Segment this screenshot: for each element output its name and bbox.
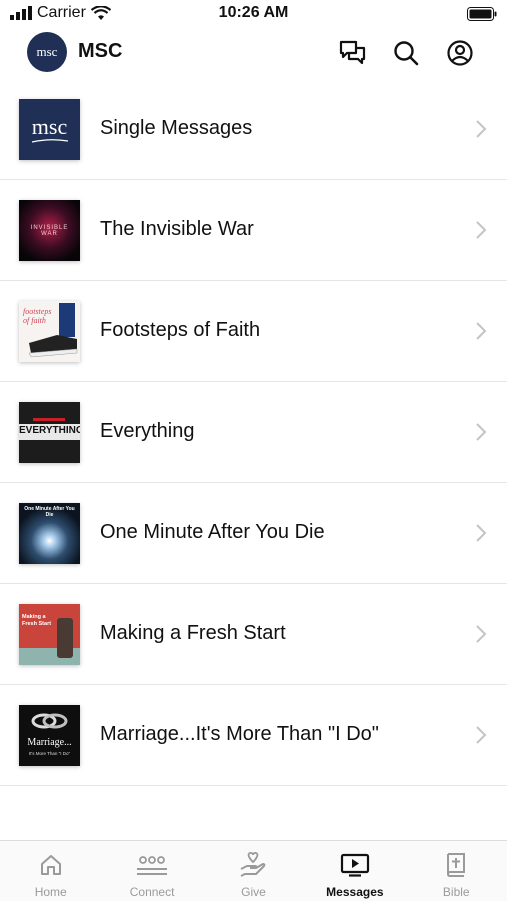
series-thumbnail: One Minute After You Die <box>19 503 80 564</box>
series-title: One Minute After You Die <box>100 521 325 543</box>
list-item-everything[interactable]: EVERYTHING Everything <box>0 382 507 483</box>
tab-label: Home <box>34 885 67 899</box>
series-title: The Invisible War <box>100 218 254 240</box>
series-title: Marriage...It's More Than "I Do" <box>100 723 379 745</box>
chevron-right-icon <box>476 423 487 441</box>
tab-give[interactable]: Give <box>203 841 304 901</box>
list-item-footsteps-of-faith[interactable]: footsteps of faith Footsteps of Faith <box>0 281 507 382</box>
app-header: msc MSC <box>0 28 507 78</box>
app-title: MSC <box>78 40 123 62</box>
tab-bible[interactable]: Bible <box>406 841 507 901</box>
tab-home[interactable]: Home <box>0 841 101 901</box>
chat-button[interactable] <box>338 38 368 68</box>
home-icon <box>40 855 61 875</box>
thumb-text: Making a Fresh Start <box>22 614 52 627</box>
thumb-text: One Minute After You Die <box>24 506 75 518</box>
tab-label: Give <box>241 885 266 899</box>
thumb-text: msc <box>31 113 68 139</box>
list-item-invisible-war[interactable]: INVISIBLE WAR The Invisible War <box>0 180 507 281</box>
thumb-feet <box>57 618 73 658</box>
sneaker-image <box>28 303 78 358</box>
chevron-right-icon <box>476 120 487 138</box>
chevron-right-icon <box>476 322 487 340</box>
tab-messages[interactable]: Messages <box>304 841 405 901</box>
church-logo[interactable]: msc <box>27 32 67 72</box>
thumb-text: EVERYTHING <box>19 425 80 436</box>
series-title: Footsteps of Faith <box>100 319 261 341</box>
bible-icon <box>447 853 466 877</box>
give-icon <box>241 852 266 877</box>
status-time: 10:26 AM <box>218 4 289 21</box>
chevron-right-icon <box>476 524 487 542</box>
messages-icon <box>340 853 369 877</box>
series-title: Single Messages <box>100 117 253 139</box>
list-item-single-messages[interactable]: msc Single Messages <box>0 79 507 180</box>
series-thumbnail: INVISIBLE WAR <box>19 200 80 261</box>
connect-icon <box>137 856 168 875</box>
list-item-marriage[interactable]: Marriage... It's More Than "I Do" Marria… <box>0 685 507 786</box>
tab-label: Messages <box>326 885 384 899</box>
list-item-one-minute-after-you-die[interactable]: One Minute After You Die One Minute Afte… <box>0 483 507 584</box>
chevron-right-icon <box>476 726 487 744</box>
series-title: Making a Fresh Start <box>100 622 286 644</box>
thumb-red-bar <box>33 418 65 421</box>
series-thumbnail: msc <box>19 99 80 160</box>
thumb-subtext: It's More Than "I Do" <box>28 751 71 756</box>
chevron-right-icon <box>476 625 487 643</box>
tab-label: Bible <box>442 885 470 899</box>
series-thumbnail: footsteps of faith <box>19 301 80 362</box>
list-item-making-a-fresh-start[interactable]: Making a Fresh Start Making a Fresh Star… <box>0 584 507 685</box>
thumb-text: INVISIBLE WAR <box>30 224 69 237</box>
tab-label: Connect <box>129 885 175 899</box>
status-bar: Carrier 10:26 AM <box>0 0 507 28</box>
battery-icon <box>467 7 497 21</box>
profile-icon <box>447 40 473 66</box>
series-thumbnail: EVERYTHING <box>19 402 80 463</box>
profile-button[interactable] <box>445 38 475 68</box>
series-thumbnail: Marriage... It's More Than "I Do" <box>19 705 80 766</box>
series-thumbnail: Making a Fresh Start <box>19 604 80 665</box>
rings-image <box>31 713 68 729</box>
chevron-right-icon <box>476 221 487 239</box>
search-button[interactable] <box>391 38 421 68</box>
series-title: Everything <box>100 420 195 442</box>
series-list: msc Single Messages INVISIBLE WAR The In… <box>0 79 507 786</box>
tab-bar: Home Connect Give Messages Bible <box>0 840 507 901</box>
tab-connect[interactable]: Connect <box>101 841 202 901</box>
chat-icon <box>339 40 366 65</box>
search-icon <box>394 41 419 66</box>
thumb-text: Marriage... <box>27 737 72 748</box>
logo-text: msc <box>36 44 58 59</box>
thumb-swoosh <box>31 138 68 143</box>
